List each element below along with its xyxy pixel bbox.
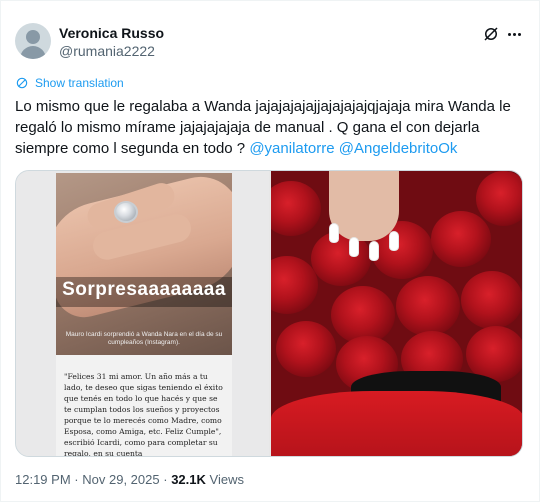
tweet-card: Veronica Russo @rumania2222 Show transla…	[0, 0, 540, 502]
article-text: "Felices 31 mi amor. Un año más a tu lad…	[64, 372, 223, 457]
ribbon-bow	[271, 391, 522, 456]
more-dot	[507, 32, 511, 36]
more-dot	[512, 32, 516, 36]
rose	[461, 271, 522, 329]
hand-shape	[329, 171, 399, 241]
author-display-name[interactable]: Veronica Russo	[59, 25, 164, 41]
avatar-body	[20, 46, 46, 59]
nail	[349, 237, 359, 257]
photo-caption: Mauro Icardi sorprendió a Wanda Nara en …	[65, 331, 223, 346]
post-date[interactable]: Nov 29, 2025	[82, 472, 159, 487]
overlay-text: Sorpresaaaaaaaa	[62, 279, 226, 300]
more-icon[interactable]	[505, 25, 523, 43]
more-dot	[517, 32, 521, 36]
translate-icon	[16, 77, 28, 89]
rose	[476, 171, 522, 226]
avatar[interactable]	[15, 23, 51, 59]
nail	[369, 241, 379, 261]
rose	[431, 211, 491, 267]
views-label: Views	[209, 472, 244, 487]
mention-link[interactable]: @yanilatorre	[249, 140, 334, 157]
media-image-right[interactable]	[271, 171, 522, 456]
post-footer: 12:19 PM · Nov 29, 2025 · 32.1K Views	[15, 472, 244, 487]
media-image-left[interactable]: Sorpresaaaaaaaa Mauro Icardi sorprendió …	[16, 171, 269, 457]
ring-photo: Sorpresaaaaaaaa Mauro Icardi sorprendió …	[56, 173, 232, 355]
nail	[389, 231, 399, 251]
nail	[329, 223, 339, 243]
rose	[396, 276, 460, 336]
grok-icon[interactable]	[482, 25, 500, 43]
post-time[interactable]: 12:19 PM	[15, 472, 71, 487]
screenshot-article: Sorpresaaaaaaaa Mauro Icardi sorprendió …	[56, 173, 232, 457]
footer-separator: ·	[74, 472, 79, 487]
mention-link[interactable]: @AngeldebritoOk	[339, 140, 458, 157]
post-text: Lo mismo que le regalaba a Wanda jajajaj…	[15, 96, 525, 159]
show-translation-link[interactable]: Show translation	[15, 76, 124, 90]
show-translation-label: Show translation	[35, 76, 124, 90]
footer-separator: ·	[163, 472, 168, 487]
views-count: 32.1K	[171, 472, 206, 487]
rose	[271, 181, 321, 236]
rose	[276, 321, 336, 377]
ring-icon	[114, 201, 138, 223]
author-handle[interactable]: @rumania2222	[59, 43, 155, 59]
avatar-head	[26, 30, 40, 44]
media-grid: Sorpresaaaaaaaa Mauro Icardi sorprendió …	[15, 170, 523, 457]
